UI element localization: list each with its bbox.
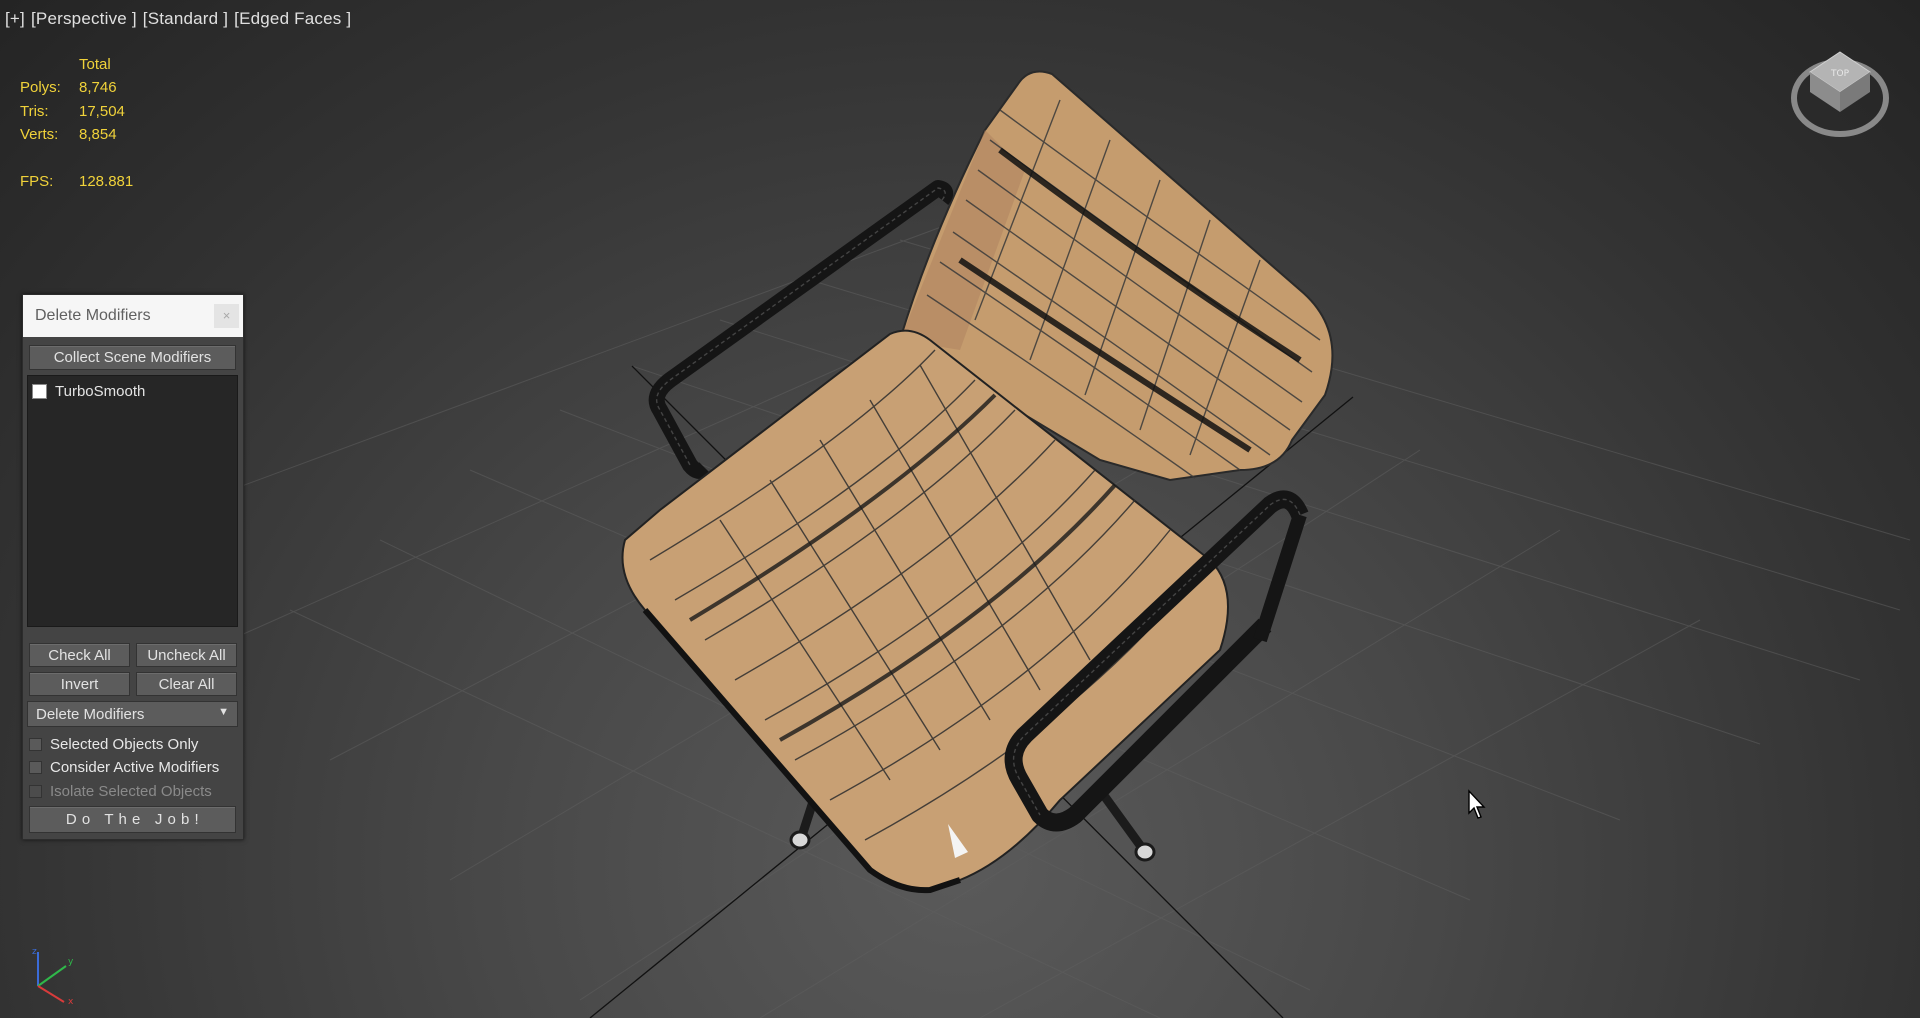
delete-modifiers-dialog[interactable]: Delete Modifiers × Collect Scene Modifie… <box>22 294 244 840</box>
mouse-pointer-icon <box>1467 789 1487 821</box>
scene-canvas[interactable] <box>0 0 1920 1018</box>
svg-text:TOP: TOP <box>1830 69 1850 79</box>
stats-row-verts: Verts: 8,854 <box>20 123 133 147</box>
viewport-plus-menu[interactable]: [+] <box>5 9 25 29</box>
viewport-pov-menu[interactable]: [Perspective ] <box>31 9 137 29</box>
checkbox-box <box>29 785 42 798</box>
check-all-button[interactable]: Check All <box>29 643 130 667</box>
stats-value: 8,854 <box>79 126 117 144</box>
stats-value: 17,504 <box>79 102 125 120</box>
mode-dropdown[interactable]: Delete Modifiers ▼ <box>27 701 238 727</box>
triangle-down-icon: ▼ <box>218 706 229 718</box>
checkbox-box[interactable] <box>29 761 42 774</box>
stats-row-polys: Polys: 8,746 <box>20 76 133 100</box>
svg-text:z: z <box>32 947 37 957</box>
stats-row-fps: FPS: 128.881 <box>20 170 133 194</box>
dialog-title: Delete Modifiers <box>35 307 151 324</box>
fps-value: 128.881 <box>79 172 134 190</box>
isolate-selected-objects-checkbox: Isolate Selected Objects <box>29 783 212 800</box>
checkbox-box[interactable] <box>29 738 42 751</box>
svg-text:y: y <box>68 957 74 967</box>
checkbox-label: Selected Objects Only <box>50 736 199 753</box>
uncheck-all-button[interactable]: Uncheck All <box>136 643 237 667</box>
stats-value: 8,746 <box>79 79 117 97</box>
checkbox-label: Consider Active Modifiers <box>50 759 220 776</box>
stats-label: Verts: <box>20 126 59 144</box>
stats-label: Tris: <box>20 102 49 120</box>
viewcube-icon[interactable]: TOP <box>1788 46 1892 142</box>
viewport-shading-mode-menu[interactable]: [Edged Faces ] <box>234 9 351 29</box>
close-button[interactable]: × <box>214 304 239 328</box>
list-item[interactable]: TurboSmooth <box>28 380 237 402</box>
axis-tripod-icon: z y x <box>30 946 80 1006</box>
checkbox-label: Isolate Selected Objects <box>50 783 212 800</box>
modifier-list[interactable]: TurboSmooth <box>27 375 238 627</box>
fps-label: FPS: <box>20 172 54 190</box>
dialog-titlebar[interactable]: Delete Modifiers × <box>23 295 243 337</box>
collect-scene-modifiers-button[interactable]: Collect Scene Modifiers <box>29 345 236 370</box>
viewport-label-menu[interactable]: [+] [Perspective ] [Standard ] [Edged Fa… <box>5 9 351 29</box>
selected-objects-only-checkbox[interactable]: Selected Objects Only <box>29 736 198 753</box>
modifier-name: TurboSmooth <box>55 382 146 400</box>
mode-dropdown-value: Delete Modifiers <box>36 705 145 723</box>
consider-active-modifiers-checkbox[interactable]: Consider Active Modifiers <box>29 759 219 776</box>
modifier-checkbox[interactable] <box>32 383 47 399</box>
stats-total-header: Total <box>79 56 111 73</box>
perspective-viewport[interactable]: [+] [Perspective ] [Standard ] [Edged Fa… <box>0 0 1920 1018</box>
stats-label: Polys: <box>20 79 61 97</box>
viewport-statistics: Total Polys: 8,746 Tris: 17,504 Verts: 8… <box>20 53 133 193</box>
stats-row-tris: Tris: 17,504 <box>20 100 133 124</box>
do-the-job-button[interactable]: D o T h e J o b ! <box>29 806 236 833</box>
svg-text:x: x <box>68 997 74 1006</box>
invert-button[interactable]: Invert <box>29 672 130 696</box>
viewport-shading-standard-menu[interactable]: [Standard ] <box>143 9 228 29</box>
clear-all-button[interactable]: Clear All <box>136 672 237 696</box>
